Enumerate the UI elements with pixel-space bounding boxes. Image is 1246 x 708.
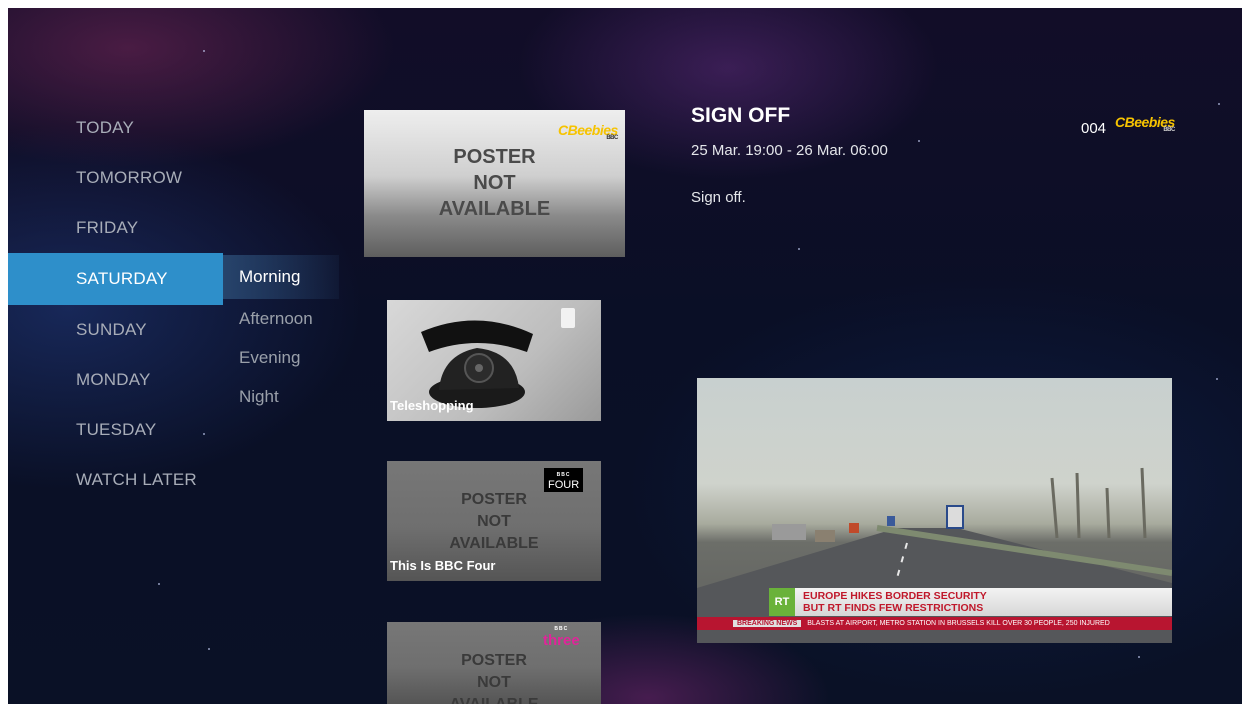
cbeebies-logo: CBeebies BBC [1115,114,1175,133]
live-preview-video[interactable]: RT EUROPE HIKES BORDER SECURITY BUT RT F… [697,378,1172,643]
breaking-news-label: BREAKING NEWS [733,620,802,627]
news-headline-line: EUROPE HIKES BORDER SECURITY [803,590,987,602]
channel-logo-text: three [543,632,580,649]
program-card-sign-off[interactable]: POSTER NOT AVAILABLE CBeebies BBC [364,110,625,257]
time-of-day-afternoon[interactable]: Afternoon [223,299,339,338]
program-title: Teleshopping [390,398,474,413]
poster-placeholder-text: NOT [477,674,511,691]
breaking-news-ticker: BREAKING NEWS BLASTS AT AIRPORT, METRO S… [697,617,1172,630]
poster-placeholder-text: AVAILABLE [449,535,539,552]
poster-placeholder-text: AVAILABLE [387,694,601,704]
day-list: TODAY TOMORROW FRIDAY SATURDAY SUNDAY MO… [8,103,223,505]
program-title: This Is BBC Four [390,558,496,573]
bbc-four-logo: BBC FOUR [544,468,584,492]
poster-not-available: POSTER NOT AVAILABLE [364,144,625,222]
background-star [918,140,920,142]
channel-number: 004 [1081,120,1107,137]
breaking-news-text: BLASTS AT AIRPORT, METRO STATION IN BRUS… [807,620,1110,627]
background-star [208,648,210,650]
background-star [1218,103,1220,105]
day-item-today[interactable]: TODAY [8,103,223,153]
day-item-sunday[interactable]: SUNDAY [8,305,223,355]
news-headline: EUROPE HIKES BORDER SECURITY BUT RT FIND… [803,590,987,614]
poster-placeholder-text: NOT [473,172,516,194]
background-star [1138,656,1140,658]
epg-screen: TODAY TOMORROW FRIDAY SATURDAY SUNDAY MO… [8,8,1242,704]
program-card-this-is-bbc-four[interactable]: POSTER NOT AVAILABLE BBC FOUR This Is BB… [387,461,601,581]
channel-logo-text: FOUR [548,479,580,491]
poster-placeholder-text: POSTER [453,146,536,168]
poster-placeholder-text: AVAILABLE [438,198,551,220]
program-card-bbc-three[interactable]: POSTER NOT AVAILABLE BBC three [387,622,601,704]
channel-logo-icon [561,308,575,328]
poster-not-available: POSTER NOT AVAILABLE [387,650,601,704]
day-item-watch-later[interactable]: WATCH LATER [8,455,223,505]
background-star [158,583,160,585]
program-card-teleshopping[interactable]: Teleshopping [387,300,601,421]
program-detail-time: 25 Mar. 19:00 - 26 Mar. 06:00 [691,142,888,159]
cbeebies-logo: CBeebies BBC [558,122,618,141]
poster-placeholder-text: POSTER [461,491,527,508]
day-item-saturday[interactable]: SATURDAY [8,253,223,305]
bbc-three-logo: BBC three [543,626,580,649]
program-detail-description: Sign off. [691,189,746,206]
time-of-day-evening[interactable]: Evening [223,338,339,377]
background-star [1216,378,1218,380]
program-detail-title: SIGN OFF [691,104,791,127]
background-star [203,50,205,52]
background-star [798,248,800,250]
rt-logo: RT [769,588,795,616]
poster-not-available: POSTER NOT AVAILABLE [387,489,601,555]
news-headline-line: BUT RT FINDS FEW RESTRICTIONS [803,602,984,614]
day-item-monday[interactable]: MONDAY [8,355,223,405]
day-item-tomorrow[interactable]: TOMORROW [8,153,223,203]
poster-placeholder-text: NOT [477,513,511,530]
time-of-day-list: Morning Afternoon Evening Night [223,255,339,416]
poster-placeholder-text: POSTER [461,652,527,669]
time-of-day-morning[interactable]: Morning [223,255,339,299]
day-item-tuesday[interactable]: TUESDAY [8,405,223,455]
time-of-day-night[interactable]: Night [223,377,339,416]
day-item-friday[interactable]: FRIDAY [8,203,223,253]
